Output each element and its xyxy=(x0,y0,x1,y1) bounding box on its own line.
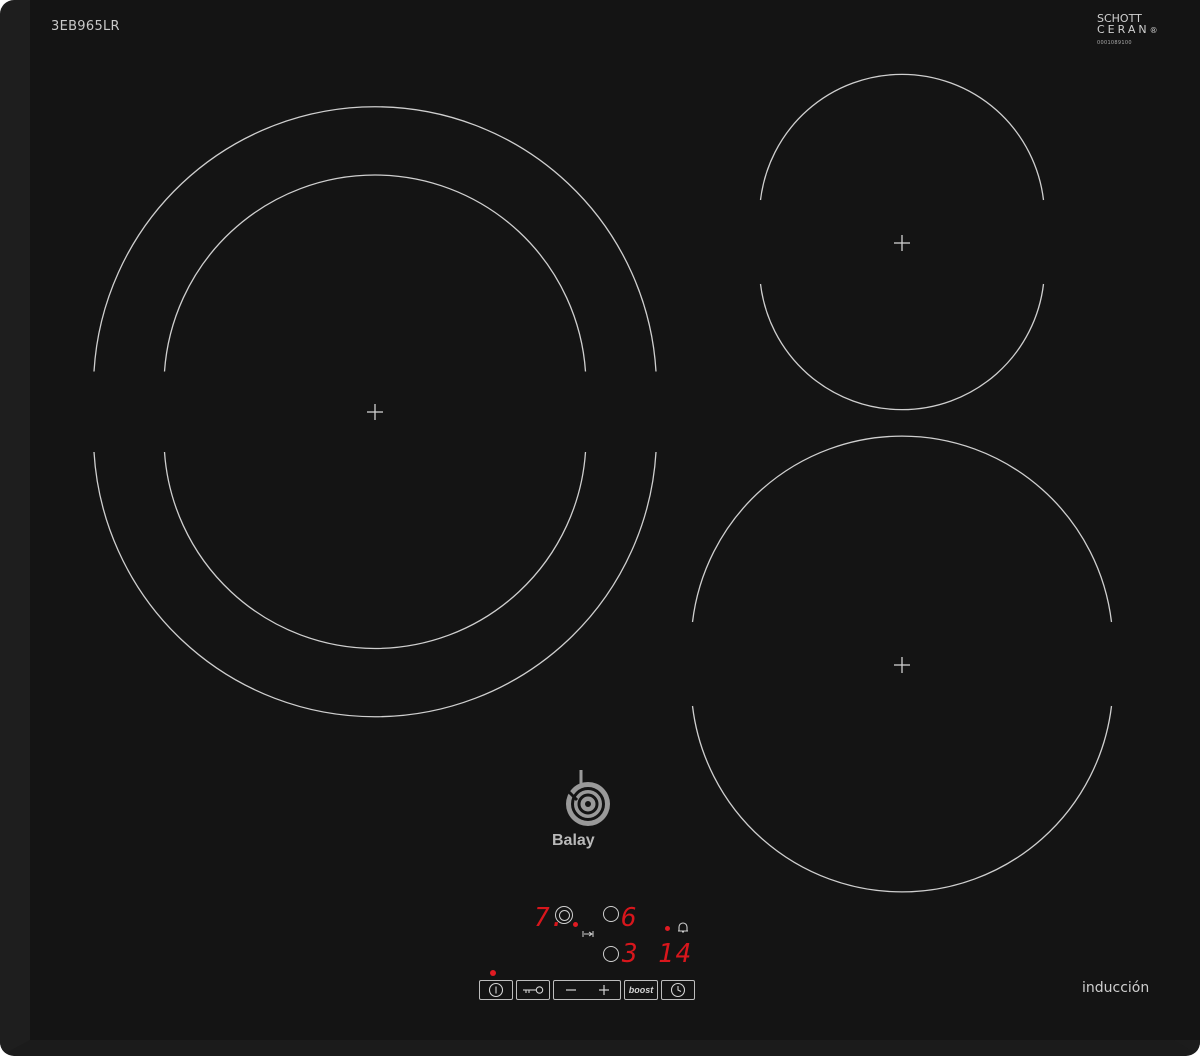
child-lock-button[interactable] xyxy=(516,980,550,1000)
zone-top-right-power-level: 6 xyxy=(621,903,637,933)
boost-label: boost xyxy=(628,985,654,995)
boost-button[interactable]: boost xyxy=(624,980,658,1000)
power-button[interactable] xyxy=(479,980,513,1000)
bell-icon xyxy=(678,922,688,933)
balay-logo-icon xyxy=(565,770,610,826)
zone-left-selector[interactable] xyxy=(555,906,573,924)
minus-icon[interactable] xyxy=(564,983,578,997)
zone-top-right-selector[interactable] xyxy=(603,906,619,922)
zone-bottom-right-power-level: 3 xyxy=(622,939,638,969)
plus-icon[interactable] xyxy=(597,983,611,997)
brand-name: Balay xyxy=(552,832,595,849)
power-icon xyxy=(488,982,504,998)
technology-label: inducción xyxy=(1082,980,1150,996)
key-icon xyxy=(523,986,544,994)
timer-link-icon xyxy=(582,931,594,937)
zone-bottom-right-selector[interactable] xyxy=(603,946,619,962)
timer-display: 14 xyxy=(658,939,694,969)
clock-icon xyxy=(670,982,686,998)
timer-active-dot xyxy=(665,926,670,931)
crosshair-icon xyxy=(894,235,910,251)
power-indicator-dot xyxy=(490,970,496,976)
crosshair-icon xyxy=(367,404,383,420)
crosshair-icon xyxy=(894,657,910,673)
power-adjust-slider[interactable] xyxy=(553,980,621,1000)
timer-button[interactable] xyxy=(661,980,695,1000)
cooking-zones xyxy=(93,73,1113,893)
zone-left-active-dot xyxy=(573,922,578,927)
